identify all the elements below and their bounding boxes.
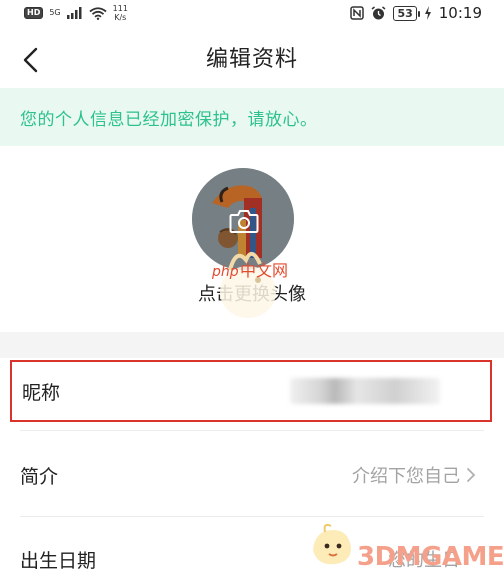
bio-placeholder: 介绍下您自己	[352, 466, 460, 487]
status-left: HD 5G 111 K/s	[24, 4, 128, 22]
avatar-section: 点击更换头像	[0, 146, 504, 332]
hd-badge: HD	[24, 7, 44, 19]
wifi-icon	[89, 6, 107, 20]
row-divider	[20, 516, 484, 517]
signal-icon	[66, 7, 82, 19]
bio-row[interactable]: 简介 介绍下您自己	[0, 444, 504, 506]
battery-indicator: 53	[393, 5, 421, 21]
nickname-label: 昵称	[22, 381, 61, 404]
back-arrow-icon[interactable]	[18, 46, 46, 74]
charging-icon	[424, 6, 431, 20]
page-title: 编辑资料	[205, 47, 298, 72]
nfc-icon	[350, 6, 365, 20]
section-divider	[0, 332, 504, 358]
nav-bar: 编辑资料	[0, 26, 504, 88]
row-divider	[20, 430, 484, 431]
bio-label: 简介	[20, 465, 59, 488]
birth-date-placeholder: 您的生日	[388, 550, 460, 571]
alarm-icon	[371, 5, 386, 19]
birth-date-label: 出生日期	[20, 549, 97, 572]
network-speed: 111 K/s	[112, 4, 128, 22]
birth-date-row[interactable]: 出生日期 您的生日	[0, 528, 504, 572]
status-right: 53 10:19	[350, 4, 482, 22]
status-bar: HD 5G 111 K/s 53 10:19	[0, 0, 504, 26]
nickname-row[interactable]: 昵称	[10, 360, 492, 422]
clock-time: 10:19	[438, 4, 482, 22]
chevron-right-icon	[467, 468, 476, 482]
change-avatar-label[interactable]: 点击更换头像	[0, 280, 504, 306]
privacy-notice-text: 您的个人信息已经加密保护，请放心。	[20, 109, 318, 130]
network-type: 5G	[49, 8, 61, 17]
privacy-notice-banner: 您的个人信息已经加密保护，请放心。	[0, 88, 504, 146]
camera-icon	[229, 210, 259, 233]
nickname-value-blurred	[290, 378, 440, 404]
